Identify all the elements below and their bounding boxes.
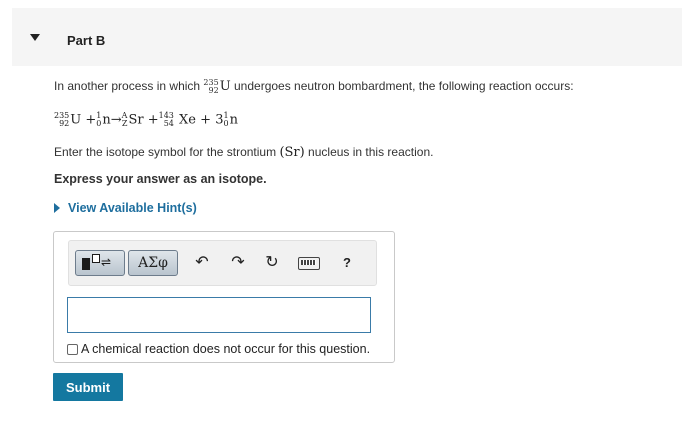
view-hints-link[interactable]: View Available Hint(s) [54,201,197,215]
u-symbol: U [70,112,82,128]
keyboard-icon[interactable] [298,257,320,270]
hint-label: View Available Hint(s) [68,201,197,215]
u-numbers: 235 92 [54,111,70,128]
instruction: Enter the isotope symbol for the stronti… [54,145,433,160]
express-answer-instruction: Express your answer as an isotope. [54,172,267,186]
template-arrows-icon: ⇌ [101,255,112,269]
xe-numbers: 143 54 [158,111,174,128]
instruction-text-before: Enter the isotope symbol for the stronti… [54,145,280,159]
answer-panel: ⇌ ΑΣφ ↶ ↷ ↻ ? A chemical reaction does n… [53,231,395,363]
part-title: Part B [67,33,106,48]
caret-right-icon [54,203,60,213]
intro-text-before: In another process in which [54,79,204,94]
plus-sign: + [85,112,97,128]
reaction-arrow: → [110,112,122,128]
undo-icon[interactable]: ↶ [193,253,211,273]
plus-sign: + [200,112,212,128]
xe-symbol: Xe [179,112,196,128]
no-reaction-label: A chemical reaction does not occur for t… [81,342,371,356]
neutron-symbol: n [102,112,111,128]
template-superscript-icon [92,254,100,263]
neutron-coefficient: 3 [215,112,224,128]
help-icon[interactable]: ? [338,253,356,273]
redo-icon[interactable]: ↷ [229,253,247,273]
neutron-symbol: n [229,112,238,128]
collapse-caret-icon[interactable] [30,34,40,41]
math-toolbar: ⇌ ΑΣφ ↶ ↷ ↻ ? [68,240,377,286]
plus-sign: + [147,112,159,128]
template-box-icon [82,258,90,270]
u235-symbol: U [219,79,231,95]
n2-numbers: 10 [223,111,229,128]
instruction-sr: (Sr) [279,145,305,160]
question-intro: In another process in which 235 92 U under… [54,79,574,95]
u235-numbers: 235 92 [203,78,219,95]
reset-icon[interactable]: ↻ [263,253,281,273]
sr-numbers: AZ [121,111,128,128]
intro-text-after: undergoes neutron bombardment, the follo… [230,79,574,94]
greek-symbols-button[interactable]: ΑΣφ [128,250,178,276]
templates-button[interactable]: ⇌ [75,250,125,276]
no-reaction-option[interactable]: A chemical reaction does not occur for t… [67,342,370,356]
answer-input[interactable] [67,297,371,333]
reaction-equation: 235 92 U +1 0 n→ A Z Sr +143 54 Xe + 310n [54,112,238,128]
sr-symbol: Sr [128,112,144,128]
n1-numbers: 10 [96,111,102,128]
part-header[interactable]: Part B [12,8,682,66]
submit-button[interactable]: Submit [53,373,123,401]
instruction-text-after: nucleus in this reaction. [304,145,434,159]
no-reaction-checkbox[interactable] [67,343,78,355]
